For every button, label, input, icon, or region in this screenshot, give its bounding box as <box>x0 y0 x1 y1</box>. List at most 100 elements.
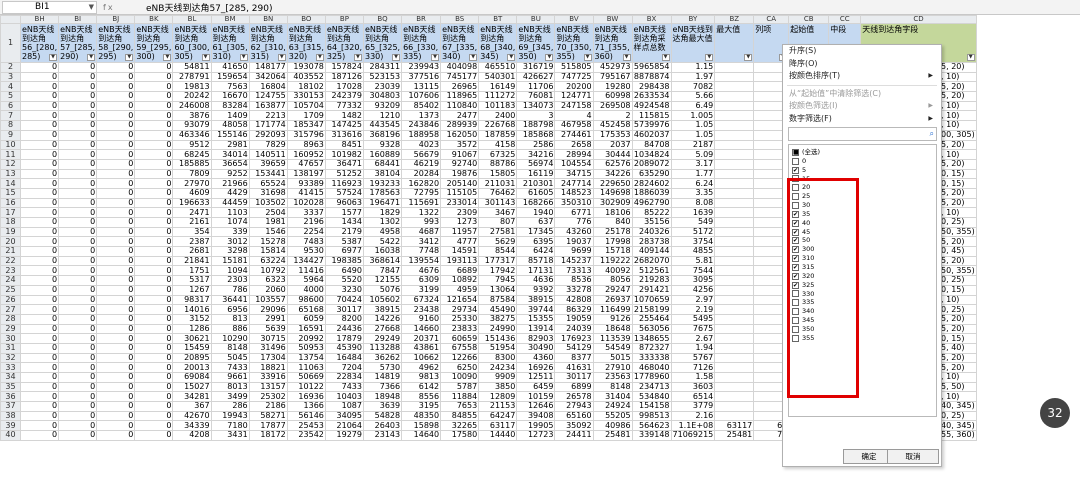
column-header[interactable]: BX <box>631 15 672 24</box>
table-cell[interactable]: 0 <box>134 120 174 131</box>
table-cell[interactable]: 0 <box>58 62 98 73</box>
table-cell[interactable]: 7180 <box>210 420 250 432</box>
table-cell[interactable]: 4687 <box>401 226 442 238</box>
table-cell[interactable]: 7653 <box>440 401 480 412</box>
number-filter-item[interactable]: 数字筛选(F) ▶ <box>783 113 941 126</box>
table-cell[interactable]: 101183 <box>478 100 518 112</box>
table-cell[interactable]: 193233 <box>362 178 403 189</box>
row-header[interactable]: 7 <box>0 110 21 122</box>
table-cell[interactable]: 107606 <box>401 91 442 102</box>
table-cell[interactable]: 0 <box>96 420 136 432</box>
table-cell[interactable]: 14819 <box>362 372 403 383</box>
table-cell[interactable]: 18106 <box>592 207 633 218</box>
table-cell[interactable]: 1482 <box>324 110 364 122</box>
table-cell[interactable]: 0 <box>134 226 174 238</box>
table-cell[interactable]: 8.08 <box>670 197 716 209</box>
table-cell[interactable]: 242379 <box>324 91 364 102</box>
table-cell[interactable]: 0 <box>58 149 98 160</box>
row-header[interactable]: 37 <box>0 401 21 412</box>
table-cell[interactable]: 77332 <box>324 100 364 112</box>
table-cell[interactable]: 17879 <box>324 333 364 344</box>
table-cell[interactable]: 316719 <box>516 62 556 73</box>
table-cell[interactable] <box>714 149 755 160</box>
table-cell[interactable]: 168266 <box>516 197 556 209</box>
table-cell[interactable]: 25481 <box>592 430 633 441</box>
table-cell[interactable]: 315796 <box>286 129 326 141</box>
table-cell[interactable]: 637 <box>516 217 556 228</box>
table-cell[interactable]: 88786 <box>478 158 518 170</box>
row-header[interactable]: 18 <box>0 217 21 228</box>
header-cell[interactable]: eNB天线到达角71_[355, 360) ▼ <box>592 23 633 63</box>
table-cell[interactable]: 7433 <box>210 362 250 373</box>
header-cell[interactable]: eNB天线到达角69_[345, 350) ▼ <box>516 23 556 63</box>
table-cell[interactable]: 163877 <box>248 100 288 112</box>
table-cell[interactable]: 2 <box>592 110 633 122</box>
table-cell[interactable]: 2658 <box>554 139 594 151</box>
table-cell[interactable]: 6250 <box>440 362 480 373</box>
row-header[interactable]: 20 <box>0 236 21 248</box>
row-header[interactable]: 29 <box>0 323 21 335</box>
table-cell[interactable]: 2.16 <box>670 410 716 422</box>
row-header[interactable]: 11 <box>0 149 21 160</box>
table-cell[interactable]: 1829 <box>362 207 403 218</box>
table-cell[interactable]: 10662 <box>401 352 442 364</box>
header-cell[interactable]: eNB天线到达角60_[300, 305) ▼ <box>172 23 212 63</box>
table-cell[interactable]: 19280 <box>592 81 633 93</box>
table-cell[interactable] <box>714 71 755 83</box>
table-cell[interactable]: 9126 <box>592 313 633 325</box>
table-cell[interactable]: 2303 <box>210 275 250 286</box>
table-cell[interactable]: 284311 <box>362 62 403 73</box>
table-cell[interactable]: 65160 <box>554 410 594 422</box>
table-cell[interactable]: 240326 <box>631 226 672 238</box>
table-cell[interactable]: 0 <box>58 187 98 199</box>
table-cell[interactable]: 1.97 <box>670 71 716 83</box>
row-header[interactable]: 21 <box>0 246 21 257</box>
table-cell[interactable]: 4023 <box>401 139 442 151</box>
table-cell[interactable]: 40092 <box>592 265 633 277</box>
table-cell[interactable]: 54129 <box>554 342 594 354</box>
table-cell[interactable]: 19876 <box>440 168 480 180</box>
table-cell[interactable]: 4256 <box>670 284 716 296</box>
table-cell[interactable]: 148523 <box>554 187 594 199</box>
table-cell[interactable]: 32265 <box>440 420 480 432</box>
table-cell[interactable] <box>714 294 755 306</box>
table-cell[interactable]: 11957 <box>440 226 480 238</box>
table-cell[interactable] <box>714 352 755 364</box>
table-cell[interactable]: 2.97 <box>670 294 716 306</box>
table-cell[interactable]: 0 <box>96 410 136 422</box>
table-cell[interactable]: 103502 <box>248 197 288 209</box>
header-cell[interactable]: eNB天线到达角67_[335, 340) ▼ <box>440 23 480 63</box>
table-cell[interactable]: 0 <box>134 333 174 344</box>
table-cell[interactable]: 0 <box>19 62 60 73</box>
table-cell[interactable]: 2161 <box>172 217 212 228</box>
table-cell[interactable]: 45390 <box>324 342 364 354</box>
table-cell[interactable]: 61605 <box>516 187 556 199</box>
table-cell[interactable]: 998513 <box>631 410 672 422</box>
table-cell[interactable]: 21966 <box>210 178 250 189</box>
row-header[interactable]: 12 <box>0 158 21 170</box>
table-cell[interactable] <box>714 246 755 257</box>
table-cell[interactable] <box>714 362 755 373</box>
table-cell[interactable]: 0 <box>19 410 60 422</box>
table-cell[interactable]: 116923 <box>324 178 364 189</box>
table-cell[interactable]: 10290 <box>210 333 250 344</box>
table-cell[interactable]: 255464 <box>631 313 672 325</box>
table-cell[interactable] <box>714 304 755 315</box>
table-cell[interactable]: 0 <box>96 197 136 209</box>
column-header[interactable]: BN <box>248 15 288 24</box>
table-cell[interactable]: 1.58 <box>670 372 716 383</box>
table-cell[interactable]: 0 <box>58 420 98 432</box>
table-cell[interactable]: 3199 <box>401 284 442 296</box>
table-cell[interactable]: 39408 <box>516 410 556 422</box>
table-cell[interactable]: 178563 <box>362 187 403 199</box>
table-cell[interactable]: 2682070 <box>631 255 672 267</box>
table-cell[interactable]: 185868 <box>516 129 556 141</box>
table-cell[interactable]: 2309 <box>440 207 480 218</box>
table-cell[interactable]: 0 <box>19 284 60 296</box>
filter-dropdown-icon[interactable]: ▼ <box>392 54 401 61</box>
row-header[interactable]: 16 <box>0 197 21 209</box>
table-cell[interactable]: 0 <box>19 236 60 248</box>
table-cell[interactable]: 38275 <box>478 313 518 325</box>
table-cell[interactable]: 13064 <box>478 284 518 296</box>
table-cell[interactable]: 0 <box>58 304 98 315</box>
